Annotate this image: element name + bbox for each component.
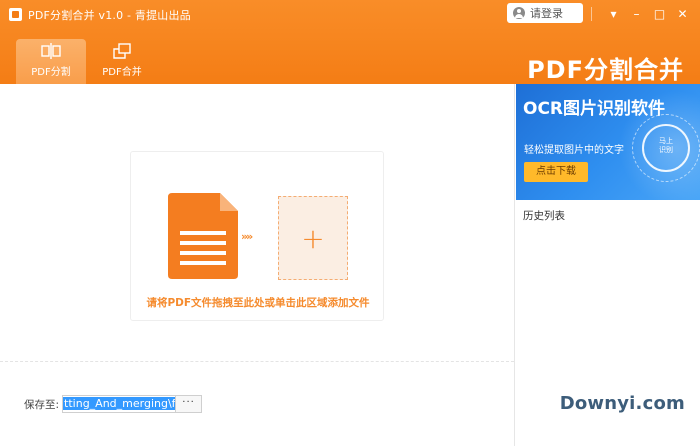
- arrow-right-icon: »»: [241, 230, 253, 243]
- watermark-text: Downyi.com: [559, 393, 685, 414]
- ad-download-button[interactable]: 点击下载: [524, 162, 588, 182]
- login-label: 请登录: [530, 7, 563, 20]
- tab-pdf-split-label: PDF分割: [31, 67, 71, 78]
- ad-badge-line1: 马上: [659, 137, 673, 145]
- file-drop-zone[interactable]: »» + 请将PDF文件拖拽至此处或单击此区域添加文件: [130, 151, 384, 321]
- section-divider: [0, 361, 514, 362]
- tab-pdf-merge[interactable]: PDF合并: [87, 39, 157, 84]
- main-area: »» + 请将PDF文件拖拽至此处或单击此区域添加文件 保存至: tting_A…: [0, 84, 514, 446]
- app-logo-icon: [9, 8, 22, 21]
- app-title: PDF分割合并 v1.0 - 青提山出品: [28, 9, 191, 22]
- brand-title: PDF分割合并: [527, 56, 684, 84]
- close-button[interactable]: ✕: [671, 3, 694, 25]
- save-location-row: 保存至: tting_And_merging\file ···: [24, 395, 203, 413]
- browse-button[interactable]: ···: [176, 395, 203, 413]
- login-button[interactable]: 请登录: [507, 3, 583, 23]
- save-path-field[interactable]: tting_And_merging\file: [62, 395, 177, 413]
- user-icon: [513, 7, 525, 19]
- ad-badge: 马上 识别: [642, 137, 690, 155]
- split-icon: [41, 43, 61, 59]
- tab-pdf-split[interactable]: PDF分割: [16, 39, 86, 84]
- add-file-box[interactable]: +: [278, 196, 348, 280]
- drop-hint-text: 请将PDF文件拖拽至此处或单击此区域添加文件: [146, 297, 370, 309]
- title-bar: PDF分割合并 v1.0 - 青提山出品 请登录 ▾ – □ ✕: [0, 0, 700, 28]
- side-panel: OCR图片识别软件 轻松提取图片中的文字 点击下载 马上 识别 历史列表 Dow…: [514, 84, 700, 446]
- maximize-button[interactable]: □: [648, 3, 671, 25]
- merge-icon: [113, 43, 131, 59]
- minimize-button[interactable]: –: [625, 3, 648, 25]
- save-path-value: tting_And_merging\file: [63, 397, 176, 410]
- save-to-label: 保存至:: [24, 398, 60, 411]
- ad-subtitle: 轻松提取图片中的文字: [524, 145, 624, 156]
- ad-badge-line2: 识别: [659, 146, 673, 154]
- header: PDF分割合并 v1.0 - 青提山出品 请登录 ▾ – □ ✕ PDF分割 P…: [0, 0, 700, 84]
- menu-dropdown-button[interactable]: ▾: [602, 3, 625, 25]
- tab-pdf-merge-label: PDF合并: [102, 67, 142, 78]
- window-controls: ▾ – □ ✕: [591, 3, 694, 25]
- ocr-ad-banner[interactable]: OCR图片识别软件 轻松提取图片中的文字 点击下载 马上 识别: [516, 84, 700, 200]
- plus-icon: +: [301, 221, 325, 255]
- window-controls-divider: [591, 7, 592, 21]
- history-list-title: 历史列表: [523, 210, 565, 222]
- ad-title: OCR图片识别软件: [523, 99, 666, 119]
- pdf-document-icon: [168, 193, 238, 279]
